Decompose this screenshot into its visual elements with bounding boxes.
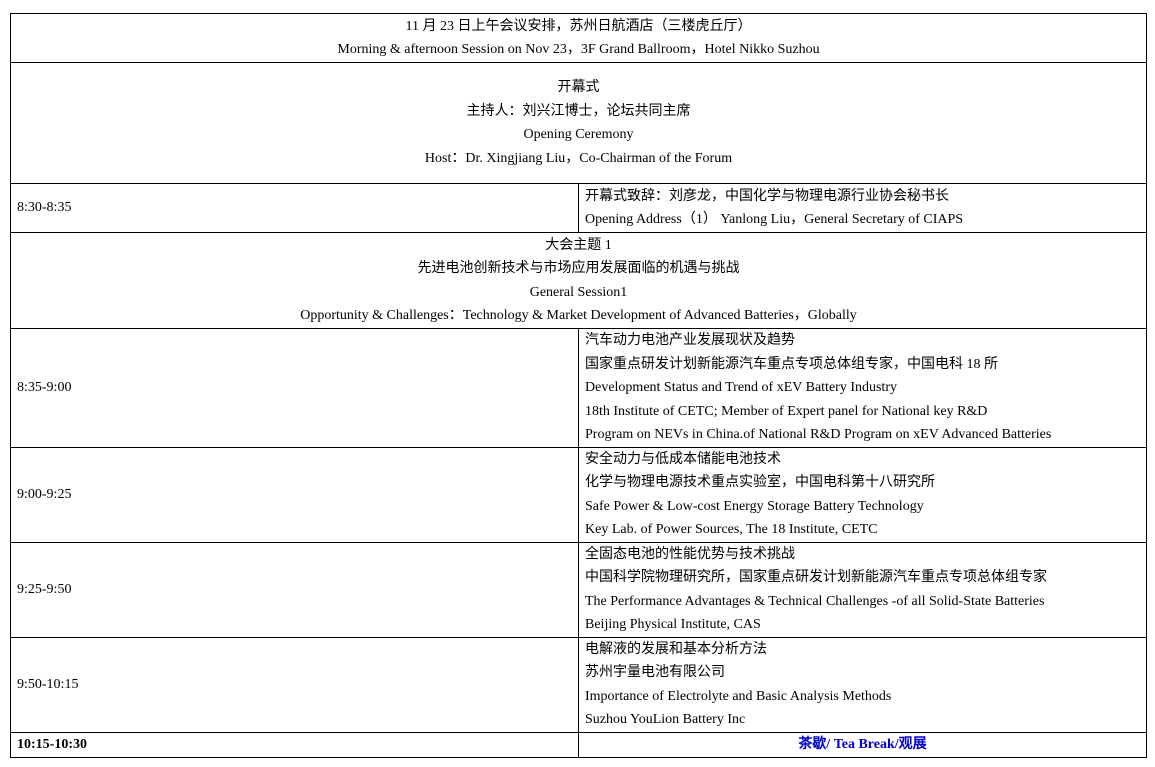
agenda-details: 开幕式致辞：刘彦龙，中国化学与物理电源行业协会秘书长 Opening Addre… — [578, 183, 1147, 233]
talk-affiliation-cn: 化学与物理电源技术重点实验室，中国电科第十八研究所 — [585, 475, 935, 490]
talk-title-cn: 全固态电池的性能优势与技术挑战 — [585, 546, 795, 562]
header-cell: 11 月 23 日上午会议安排，苏州日航酒店（三楼虎丘厅） Morning & … — [10, 13, 1147, 63]
talk-affiliation-en: Beijing Physical Institute, CAS — [585, 617, 761, 632]
talk-row: 9:25-9:50 全固态电池的性能优势与技术挑战 中国科学院物理研究所，国家重… — [10, 541, 1147, 638]
talk-details: 汽车动力电池产业发展现状及趋势 国家重点研发计划新能源汽车重点专项总体组专家，中… — [578, 328, 1147, 448]
talk-affiliation-en: 18th Institute of CETC; Member of Expert… — [585, 403, 988, 419]
opening-host-en: Host：Dr. Xingjiang Liu，Co-Chairman of th… — [424, 150, 733, 166]
talk-affiliation-cn: 苏州宇量电池有限公司 — [585, 665, 725, 680]
header-title-cn: 11 月 23 日上午会议安排，苏州日航酒店（三楼虎丘厅） — [405, 18, 752, 34]
talk-title-cn: 电解液的发展和基本分析方法 — [585, 641, 767, 657]
talk-details: 全固态电池的性能优势与技术挑战 中国科学院物理研究所，国家重点研发计划新能源汽车… — [578, 541, 1147, 638]
opening-title-cn: 开幕式 — [557, 80, 600, 95]
opening-title-en: Opening Ceremony — [523, 127, 634, 142]
session-label-en: General Session1 — [529, 284, 628, 300]
header-title-en: Morning & afternoon Session on Nov 23，3F… — [337, 42, 820, 57]
talk-title-cn: 汽车动力电池产业发展现状及趋势 — [585, 333, 795, 348]
talk-title-en: Development Status and Trend of xEV Batt… — [585, 380, 897, 395]
talk-affiliation-cn: 中国科学院物理研究所，国家重点研发计划新能源汽车重点专项总体组专家 — [585, 570, 1047, 585]
time-cell: 9:00-9:25 — [10, 446, 579, 543]
talk-title-cn: 安全动力与低成本储能电池技术 — [585, 451, 781, 467]
session-label-cn: 大会主题 1 — [545, 237, 612, 253]
tea-break-row: 10:15-10:30 茶歇/ Tea Break/观展 — [10, 731, 1147, 758]
talk-row: 9:00-9:25 安全动力与低成本储能电池技术 化学与物理电源技术重点实验室，… — [10, 446, 1147, 543]
session-header-row: 大会主题 1 先进电池创新技术与市场应用发展面临的机遇与挑战 General S… — [10, 232, 1147, 329]
talk-title-en: Safe Power & Low-cost Energy Storage Bat… — [585, 498, 924, 514]
break-cell: 茶歇/ Tea Break/观展 — [578, 731, 1147, 758]
opening-ceremony-cell: 开幕式 主持人：刘兴江博士，论坛共同主席 Opening Ceremony Ho… — [10, 62, 1147, 184]
tea-break-label: 茶歇/ Tea Break/观展 — [798, 736, 927, 752]
talk-details: 电解液的发展和基本分析方法 苏州宇量电池有限公司 Importance of E… — [578, 636, 1147, 733]
agenda-row: 8:30-8:35 开幕式致辞：刘彦龙，中国化学与物理电源行业协会秘书长 Ope… — [10, 183, 1147, 233]
talk-details: 安全动力与低成本储能电池技术 化学与物理电源技术重点实验室，中国电科第十八研究所… — [578, 446, 1147, 543]
time-cell: 9:25-9:50 — [10, 541, 579, 638]
talk-title-en: Importance of Electrolyte and Basic Anal… — [585, 688, 892, 704]
talk-title-en: The Performance Advantages & Technical C… — [585, 593, 1045, 609]
break-time-cell: 10:15-10:30 — [10, 731, 579, 758]
agenda-line: 开幕式致辞：刘彦龙，中国化学与物理电源行业协会秘书长 — [585, 188, 949, 204]
talk-affiliation-en: Suzhou YouLion Battery Inc — [585, 712, 746, 727]
talk-affiliation-en: Program on NEVs in China.of National R&D… — [585, 427, 1052, 442]
schedule-table: 11 月 23 日上午会议安排，苏州日航酒店（三楼虎丘厅） Morning & … — [10, 13, 1147, 758]
time-cell: 9:50-10:15 — [10, 636, 579, 733]
talk-row: 8:35-9:00 汽车动力电池产业发展现状及趋势 国家重点研发计划新能源汽车重… — [10, 328, 1147, 448]
agenda-line: Opening Address（1） Yanlong Liu，General S… — [585, 212, 964, 227]
session-header-cell: 大会主题 1 先进电池创新技术与市场应用发展面临的机遇与挑战 General S… — [10, 232, 1147, 329]
session-title-cn: 先进电池创新技术与市场应用发展面临的机遇与挑战 — [417, 261, 740, 276]
talk-row: 9:50-10:15 电解液的发展和基本分析方法 苏州宇量电池有限公司 Impo… — [10, 636, 1147, 733]
opening-host-cn: 主持人：刘兴江博士，论坛共同主席 — [466, 103, 691, 119]
talk-affiliation-en: Key Lab. of Power Sources, The 18 Instit… — [585, 522, 878, 537]
opening-ceremony-row: 开幕式 主持人：刘兴江博士，论坛共同主席 Opening Ceremony Ho… — [10, 62, 1147, 184]
header-row: 11 月 23 日上午会议安排，苏州日航酒店（三楼虎丘厅） Morning & … — [10, 13, 1147, 63]
time-cell: 8:30-8:35 — [10, 183, 579, 233]
time-cell: 8:35-9:00 — [10, 328, 579, 448]
session-title-en: Opportunity & Challenges：Technology & Ma… — [300, 308, 857, 323]
talk-affiliation-cn: 国家重点研发计划新能源汽车重点专项总体组专家，中国电科 18 所 — [585, 356, 998, 372]
